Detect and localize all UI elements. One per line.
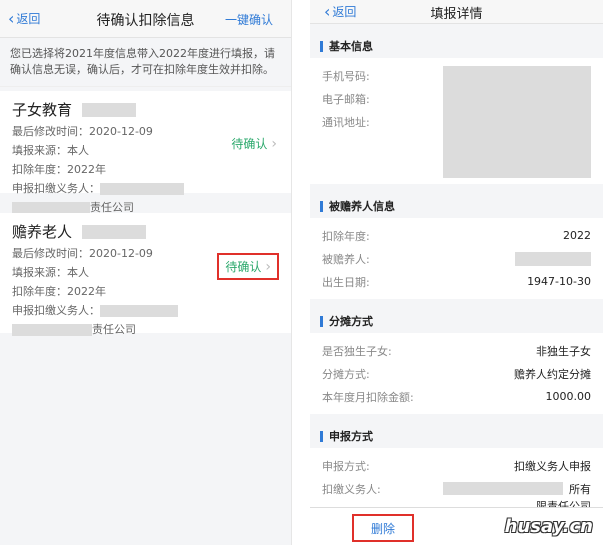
section-basic: 手机号码: 电子邮箱: 通讯地址:: [310, 58, 603, 184]
section-supported: 扣除年度: 2022 被赡养人: 出生日期: 1947-10-30: [310, 218, 603, 299]
redacted-name: [82, 102, 137, 117]
email-label: 电子邮箱:: [322, 92, 370, 106]
redacted-company: [12, 201, 90, 214]
redacted-supported-person: [515, 251, 591, 266]
detail-body: 基本信息 手机号码: 电子邮箱: 通讯地址: 被赡养人信息 扣除年度: 2022 …: [310, 24, 603, 508]
deduction-card-elderly-support[interactable]: 赡养老人 最后修改时间：2020-12-09 填报来源：本人 扣除年度：2022…: [0, 213, 291, 336]
chevron-right-icon: ›: [271, 135, 277, 152]
redacted-name: [82, 224, 147, 239]
monthly-amount-value: 1000.00: [545, 390, 592, 403]
agent-label: 申报扣缴义务人：: [12, 182, 100, 195]
section-bar: [320, 430, 323, 442]
section-header-basic: 基本信息: [310, 34, 603, 58]
section-bar: [320, 40, 323, 52]
year-label: 扣除年度:: [322, 229, 370, 243]
phone-label: 手机号码:: [322, 69, 370, 83]
section-header-declare: 申报方式: [310, 424, 603, 448]
redacted-agent: [100, 182, 184, 195]
section-title: 基本信息: [329, 40, 373, 53]
card-title: 赡养老人: [12, 223, 73, 241]
confirm-all-button[interactable]: 一键确认: [225, 11, 273, 28]
year-value: 2022: [563, 229, 591, 242]
redacted-agent: [443, 482, 563, 495]
declare-method-label: 申报方式:: [322, 459, 370, 473]
section-title: 被赡养人信息: [329, 200, 395, 213]
company-suffix: 责任公司: [92, 323, 136, 336]
status-label: 待确认: [231, 137, 268, 151]
redacted-agent: [100, 304, 178, 317]
chevron-right-icon: ›: [265, 258, 271, 275]
navbar: ‹ 返回 填报详情: [310, 0, 603, 24]
address-label: 通讯地址:: [322, 115, 370, 129]
deduction-year: 扣除年度：2022年: [12, 163, 106, 176]
birth-value: 1947-10-30: [527, 275, 591, 288]
only-child-label: 是否独生子女:: [322, 344, 392, 358]
delete-button[interactable]: 删除: [352, 514, 414, 542]
notice-text: 您已选择将2021年度信息带入2022年度进行填报，请确认信息无误，确认后，才可…: [0, 38, 291, 87]
agent-label: 申报扣缴义务人：: [12, 304, 100, 317]
agent-label: 扣缴义务人:: [322, 482, 381, 496]
split-way-value: 赡养人约定分摊: [514, 367, 591, 381]
section-header-split: 分摊方式: [310, 309, 603, 333]
section-bar: [320, 200, 323, 212]
birth-label: 出生日期:: [322, 275, 370, 289]
deduction-card-child-education[interactable]: 子女教育 最后修改时间：2020-12-09 填报来源：本人 扣除年度：2022…: [0, 91, 291, 214]
page-title: 填报详情: [430, 7, 483, 22]
status-pending-highlighted[interactable]: 待确认 ›: [217, 253, 279, 280]
supported-person-label: 被赡养人:: [322, 252, 370, 266]
only-child-value: 非独生子女: [536, 344, 591, 358]
status-pending[interactable]: 待确认 ›: [231, 135, 277, 152]
section-bar: [320, 315, 323, 327]
section-split: 是否独生子女: 非独生子女 分摊方式: 赡养人约定分摊 本年度月扣除金额: 1000.…: [310, 333, 603, 414]
section-declare: 申报方式: 扣缴义务人申报 扣缴义务人: 所有 限责任公司: [310, 448, 603, 508]
redacted-company: [12, 323, 92, 336]
monthly-amount-label: 本年度月扣除金额:: [322, 390, 414, 404]
navbar: ‹ 返回 待确认扣除信息 一键确认: [0, 0, 291, 38]
declare-method-value: 扣缴义务人申报: [514, 459, 591, 473]
status-label: 待确认: [225, 260, 262, 274]
right-screen: ‹ 返回 填报详情 基本信息 手机号码: 电子邮箱: 通讯地址: 被赡养人信息 …: [310, 0, 603, 545]
section-title: 分摊方式: [329, 315, 373, 328]
redacted-contact-info: [443, 66, 591, 178]
watermark: husay.cn: [504, 516, 593, 537]
card-title: 子女教育: [12, 101, 73, 119]
split-way-label: 分摊方式:: [322, 367, 370, 381]
deduction-year: 扣除年度：2022年: [12, 285, 106, 298]
section-title: 申报方式: [329, 430, 373, 443]
left-screen: ‹ 返回 待确认扣除信息 一键确认 您已选择将2021年度信息带入2022年度进…: [0, 0, 292, 545]
section-header-supported: 被赡养人信息: [310, 194, 603, 218]
agent-value-suffix: 所有: [569, 482, 591, 496]
